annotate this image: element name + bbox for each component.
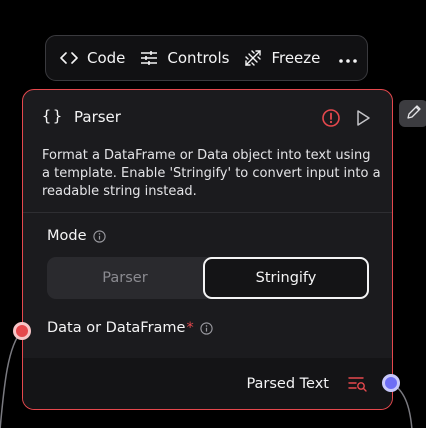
code-icon: [59, 48, 79, 68]
mode-option-stringify[interactable]: Stringify: [203, 257, 369, 299]
inspect-output-icon[interactable]: [348, 376, 368, 392]
input-field-label: Data or DataFrame *: [47, 320, 213, 336]
node-title[interactable]: Parser: [74, 108, 121, 126]
alert-circle-icon[interactable]: [321, 108, 341, 128]
code-button-label: Code: [87, 49, 126, 67]
controls-button-label: Controls: [167, 49, 230, 67]
mode-field-label: Mode: [47, 228, 106, 244]
freeze-button-label: Freeze: [271, 49, 321, 67]
mode-toggle: Parser Stringify: [47, 257, 369, 299]
info-icon[interactable]: [92, 229, 106, 243]
edit-name-button[interactable]: [399, 100, 426, 127]
snowflake-icon: [243, 48, 263, 68]
more-options-button[interactable]: [331, 41, 365, 75]
braces-icon: {}: [42, 107, 65, 125]
pencil-icon: [406, 104, 422, 124]
more-horizontal-icon: [339, 49, 358, 68]
input-label-text: Data or DataFrame: [47, 320, 186, 336]
node-toolbar: Code Controls Freeze: [45, 35, 368, 81]
controls-button[interactable]: Controls: [132, 41, 236, 75]
divider: [23, 212, 392, 213]
play-icon[interactable]: [354, 108, 372, 128]
required-marker: *: [186, 320, 194, 336]
freeze-button[interactable]: Freeze: [236, 41, 327, 75]
node-header: {} Parser: [23, 90, 392, 148]
node-description: Format a DataFrame or Data object into t…: [42, 148, 381, 199]
code-button[interactable]: Code: [52, 41, 132, 75]
input-handle[interactable]: [13, 322, 31, 340]
info-icon[interactable]: [200, 321, 213, 335]
mode-option-parser[interactable]: Parser: [47, 257, 203, 299]
parser-node[interactable]: {} Parser Format a DataFrame or Data obj…: [22, 89, 393, 410]
output-row: Parsed Text: [23, 358, 392, 409]
output-handle[interactable]: [382, 374, 400, 392]
mode-label-text: Mode: [47, 228, 87, 244]
sliders-icon: [139, 48, 159, 68]
output-label: Parsed Text: [246, 376, 329, 392]
